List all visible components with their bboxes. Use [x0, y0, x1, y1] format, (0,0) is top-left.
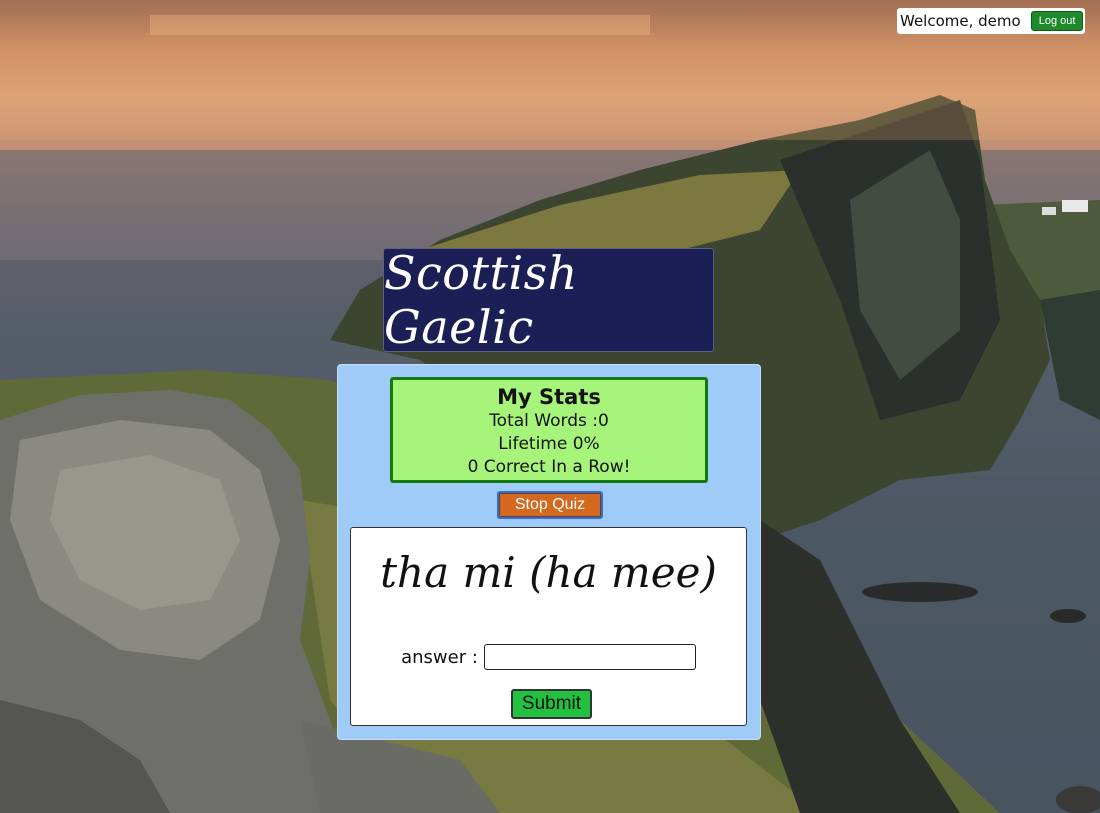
answer-input[interactable]	[483, 644, 696, 670]
answer-row: answer :	[351, 644, 746, 670]
welcome-text: Welcome, demo	[900, 12, 1021, 30]
stop-quiz-button[interactable]: Stop Quiz	[497, 491, 603, 519]
stats-heading: My Stats	[497, 385, 601, 409]
user-welcome-box: Welcome, demo Log out	[897, 8, 1085, 34]
quiz-word: tha mi (ha mee)	[380, 548, 717, 597]
stats-box: My Stats Total Words :0 Lifetime 0% 0 Co…	[390, 377, 708, 483]
quiz-panel: My Stats Total Words :0 Lifetime 0% 0 Co…	[337, 364, 761, 740]
answer-label: answer :	[401, 646, 478, 668]
title-banner: Scottish Gaelic	[383, 246, 714, 354]
streak-stat: 0 Correct In a Row!	[467, 457, 631, 477]
submit-button[interactable]: Submit	[511, 689, 592, 719]
total-words-stat: Total Words :0	[489, 411, 609, 431]
page-title: Scottish Gaelic	[384, 246, 578, 354]
quiz-card: tha mi (ha mee) answer : Submit	[350, 527, 747, 726]
logout-button[interactable]: Log out	[1030, 11, 1084, 31]
lifetime-stat: Lifetime 0%	[498, 434, 600, 454]
